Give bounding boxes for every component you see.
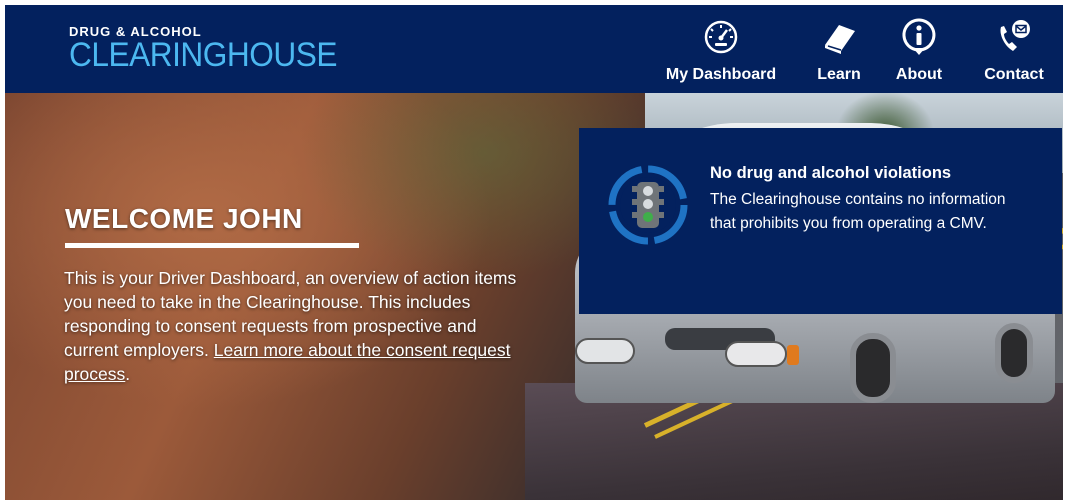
nav-learn[interactable]: Learn bbox=[809, 5, 869, 93]
welcome-heading: WELCOME JOHN bbox=[65, 203, 303, 234]
welcome-period: . bbox=[125, 364, 131, 384]
bus-wheel bbox=[850, 333, 896, 403]
nav-label: Learn bbox=[817, 66, 861, 83]
welcome-underline bbox=[65, 243, 359, 248]
nav-about[interactable]: About bbox=[891, 5, 947, 93]
book-icon bbox=[819, 17, 859, 57]
clearinghouse-logo[interactable]: DRUG & ALCOHOL CLEARINGHOUSE bbox=[69, 25, 357, 74]
traffic-light-icon bbox=[607, 164, 689, 246]
nav-my-dashboard[interactable]: My Dashboard bbox=[656, 5, 786, 93]
nav-label: About bbox=[895, 66, 943, 83]
bus-headlight bbox=[725, 341, 787, 367]
info-icon bbox=[899, 17, 939, 57]
nav-label: Contact bbox=[984, 66, 1044, 83]
site-header: DRUG & ALCOHOL CLEARINGHOUSE My Dashboar… bbox=[5, 5, 1063, 93]
status-title: No drug and alcohol violations bbox=[710, 164, 952, 182]
phone-mail-icon bbox=[994, 17, 1034, 57]
status-description: The Clearinghouse contains no informatio… bbox=[710, 191, 1006, 232]
logo-main-line: CLEARINGHOUSE bbox=[69, 36, 338, 74]
dashboard-gauge-icon bbox=[701, 17, 741, 57]
welcome-description: This is your Driver Dashboard, an overvi… bbox=[64, 266, 524, 386]
page-frame: DRUG & ALCOHOL CLEARINGHOUSE My Dashboar… bbox=[5, 5, 1063, 500]
bus-wheel bbox=[995, 323, 1033, 383]
hero-banner: WELCOME JOHN This is your Driver Dashboa… bbox=[5, 93, 1063, 500]
bus-headlight bbox=[575, 338, 635, 364]
nav-label: My Dashboard bbox=[665, 66, 777, 83]
bus-indicator bbox=[787, 345, 799, 365]
violation-status-card: No drug and alcohol violations The Clear… bbox=[579, 128, 1062, 314]
nav-contact[interactable]: Contact bbox=[977, 5, 1051, 93]
